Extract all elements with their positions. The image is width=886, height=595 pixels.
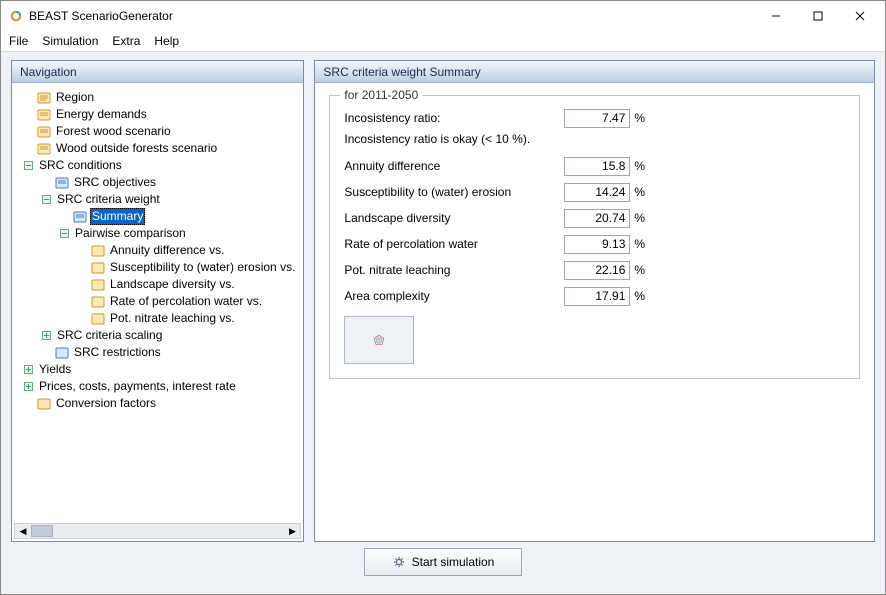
- gear-icon: [392, 556, 406, 568]
- tree-item-region[interactable]: Region: [22, 89, 297, 106]
- scroll-right-icon[interactable]: ▶: [284, 526, 300, 537]
- tree-item-conversion[interactable]: Conversion factors: [22, 395, 297, 412]
- tree-item-prices[interactable]: Prices, costs, payments, interest rate: [22, 378, 297, 395]
- minimize-button[interactable]: [755, 4, 797, 28]
- form-icon: [37, 109, 51, 121]
- tree-item-src-criteria-weight[interactable]: SRC criteria weight: [40, 191, 297, 208]
- start-simulation-label: Start simulation: [412, 555, 495, 569]
- collapse-icon[interactable]: [40, 195, 52, 204]
- collapse-icon[interactable]: [22, 161, 34, 170]
- expand-icon[interactable]: [22, 382, 34, 391]
- summary-fieldset: for 2011-2050 Incosistency ratio: % Inco…: [329, 95, 860, 379]
- navigation-panel-title: Navigation: [12, 61, 303, 83]
- inconsistency-label: Incosistency ratio:: [344, 111, 564, 125]
- expand-icon[interactable]: [22, 365, 34, 374]
- titlebar: BEAST ScenarioGenerator: [1, 1, 885, 31]
- window-title: BEAST ScenarioGenerator: [29, 9, 173, 23]
- form-icon: [55, 177, 69, 189]
- tree-item-yields[interactable]: Yields: [22, 361, 297, 378]
- unit-label: %: [630, 289, 648, 303]
- nitrate-field[interactable]: [564, 261, 630, 280]
- expand-icon[interactable]: [40, 331, 52, 340]
- inconsistency-field[interactable]: [564, 109, 630, 128]
- horizontal-scrollbar[interactable]: ◀ ▶: [14, 523, 301, 539]
- menu-extra[interactable]: Extra: [112, 34, 140, 48]
- tree-item-annuity-vs[interactable]: Annuity difference vs.: [76, 242, 297, 259]
- form-icon: [91, 262, 105, 274]
- maximize-button[interactable]: [797, 4, 839, 28]
- tree-item-nitrate-vs[interactable]: Pot. nitrate leaching vs.: [76, 310, 297, 327]
- navigation-tree[interactable]: Region Energy demands Forest wood scenar…: [18, 89, 297, 412]
- area-field[interactable]: [564, 287, 630, 306]
- radar-chart-button[interactable]: [344, 316, 414, 364]
- percolation-field[interactable]: [564, 235, 630, 254]
- form-icon: [37, 92, 51, 104]
- form-icon: [73, 211, 87, 223]
- unit-label: %: [630, 211, 648, 225]
- form-icon: [91, 245, 105, 257]
- form-icon: [37, 143, 51, 155]
- menu-help[interactable]: Help: [154, 34, 179, 48]
- percolation-label: Rate of percolation water: [344, 237, 564, 251]
- start-simulation-button[interactable]: Start simulation: [364, 548, 522, 576]
- app-window: BEAST ScenarioGenerator File Simulation …: [0, 0, 886, 595]
- tree-item-energy[interactable]: Energy demands: [22, 106, 297, 123]
- landscape-field[interactable]: [564, 209, 630, 228]
- unit-label: %: [630, 237, 648, 251]
- fieldset-legend: for 2011-2050: [340, 88, 422, 102]
- menu-file[interactable]: File: [9, 34, 28, 48]
- suscept-label: Susceptibility to (water) erosion: [344, 185, 564, 199]
- unit-label: %: [630, 111, 648, 125]
- scroll-left-icon[interactable]: ◀: [15, 526, 31, 537]
- form-icon: [37, 398, 51, 410]
- unit-label: %: [630, 185, 648, 199]
- collapse-icon[interactable]: [58, 229, 70, 238]
- tree-item-forest[interactable]: Forest wood scenario: [22, 123, 297, 140]
- form-icon: [91, 279, 105, 291]
- tree-item-pairwise[interactable]: Pairwise comparison: [58, 225, 297, 242]
- close-button[interactable]: [839, 4, 881, 28]
- tree-item-landscape-vs[interactable]: Landscape diversity vs.: [76, 276, 297, 293]
- scroll-thumb[interactable]: [31, 525, 53, 537]
- tree-item-wood-outside[interactable]: Wood outside forests scenario: [22, 140, 297, 157]
- annuity-label: Annuity difference: [344, 159, 564, 173]
- tree-item-src-restrictions[interactable]: SRC restrictions: [40, 344, 297, 361]
- tree-item-summary[interactable]: Summary: [58, 208, 297, 225]
- detail-panel-title: SRC criteria weight Summary: [315, 61, 874, 83]
- form-icon: [55, 347, 69, 359]
- tree-item-percolation-vs[interactable]: Rate of percolation water vs.: [76, 293, 297, 310]
- nitrate-label: Pot. nitrate leaching: [344, 263, 564, 277]
- tree-item-src-conditions[interactable]: SRC conditions: [22, 157, 297, 174]
- unit-label: %: [630, 159, 648, 173]
- landscape-label: Landscape diversity: [344, 211, 564, 225]
- tree-item-src-objectives[interactable]: SRC objectives: [40, 174, 297, 191]
- form-icon: [91, 296, 105, 308]
- radar-chart-icon: [361, 324, 397, 356]
- tree-item-suscept-vs[interactable]: Susceptibility to (water) erosion vs.: [76, 259, 297, 276]
- form-icon: [37, 126, 51, 138]
- annuity-field[interactable]: [564, 157, 630, 176]
- navigation-panel: Navigation Region Energy demands Forest …: [11, 60, 304, 542]
- tree-item-src-scaling[interactable]: SRC criteria scaling: [40, 327, 297, 344]
- suscept-field[interactable]: [564, 183, 630, 202]
- app-icon: [9, 10, 23, 22]
- inconsistency-hint: Incosistency ratio is okay (< 10 %).: [344, 132, 845, 146]
- unit-label: %: [630, 263, 648, 277]
- form-icon: [91, 313, 105, 325]
- menu-simulation[interactable]: Simulation: [42, 34, 98, 48]
- area-label: Area complexity: [344, 289, 564, 303]
- menubar: File Simulation Extra Help: [1, 31, 885, 51]
- detail-panel: SRC criteria weight Summary for 2011-205…: [314, 60, 875, 542]
